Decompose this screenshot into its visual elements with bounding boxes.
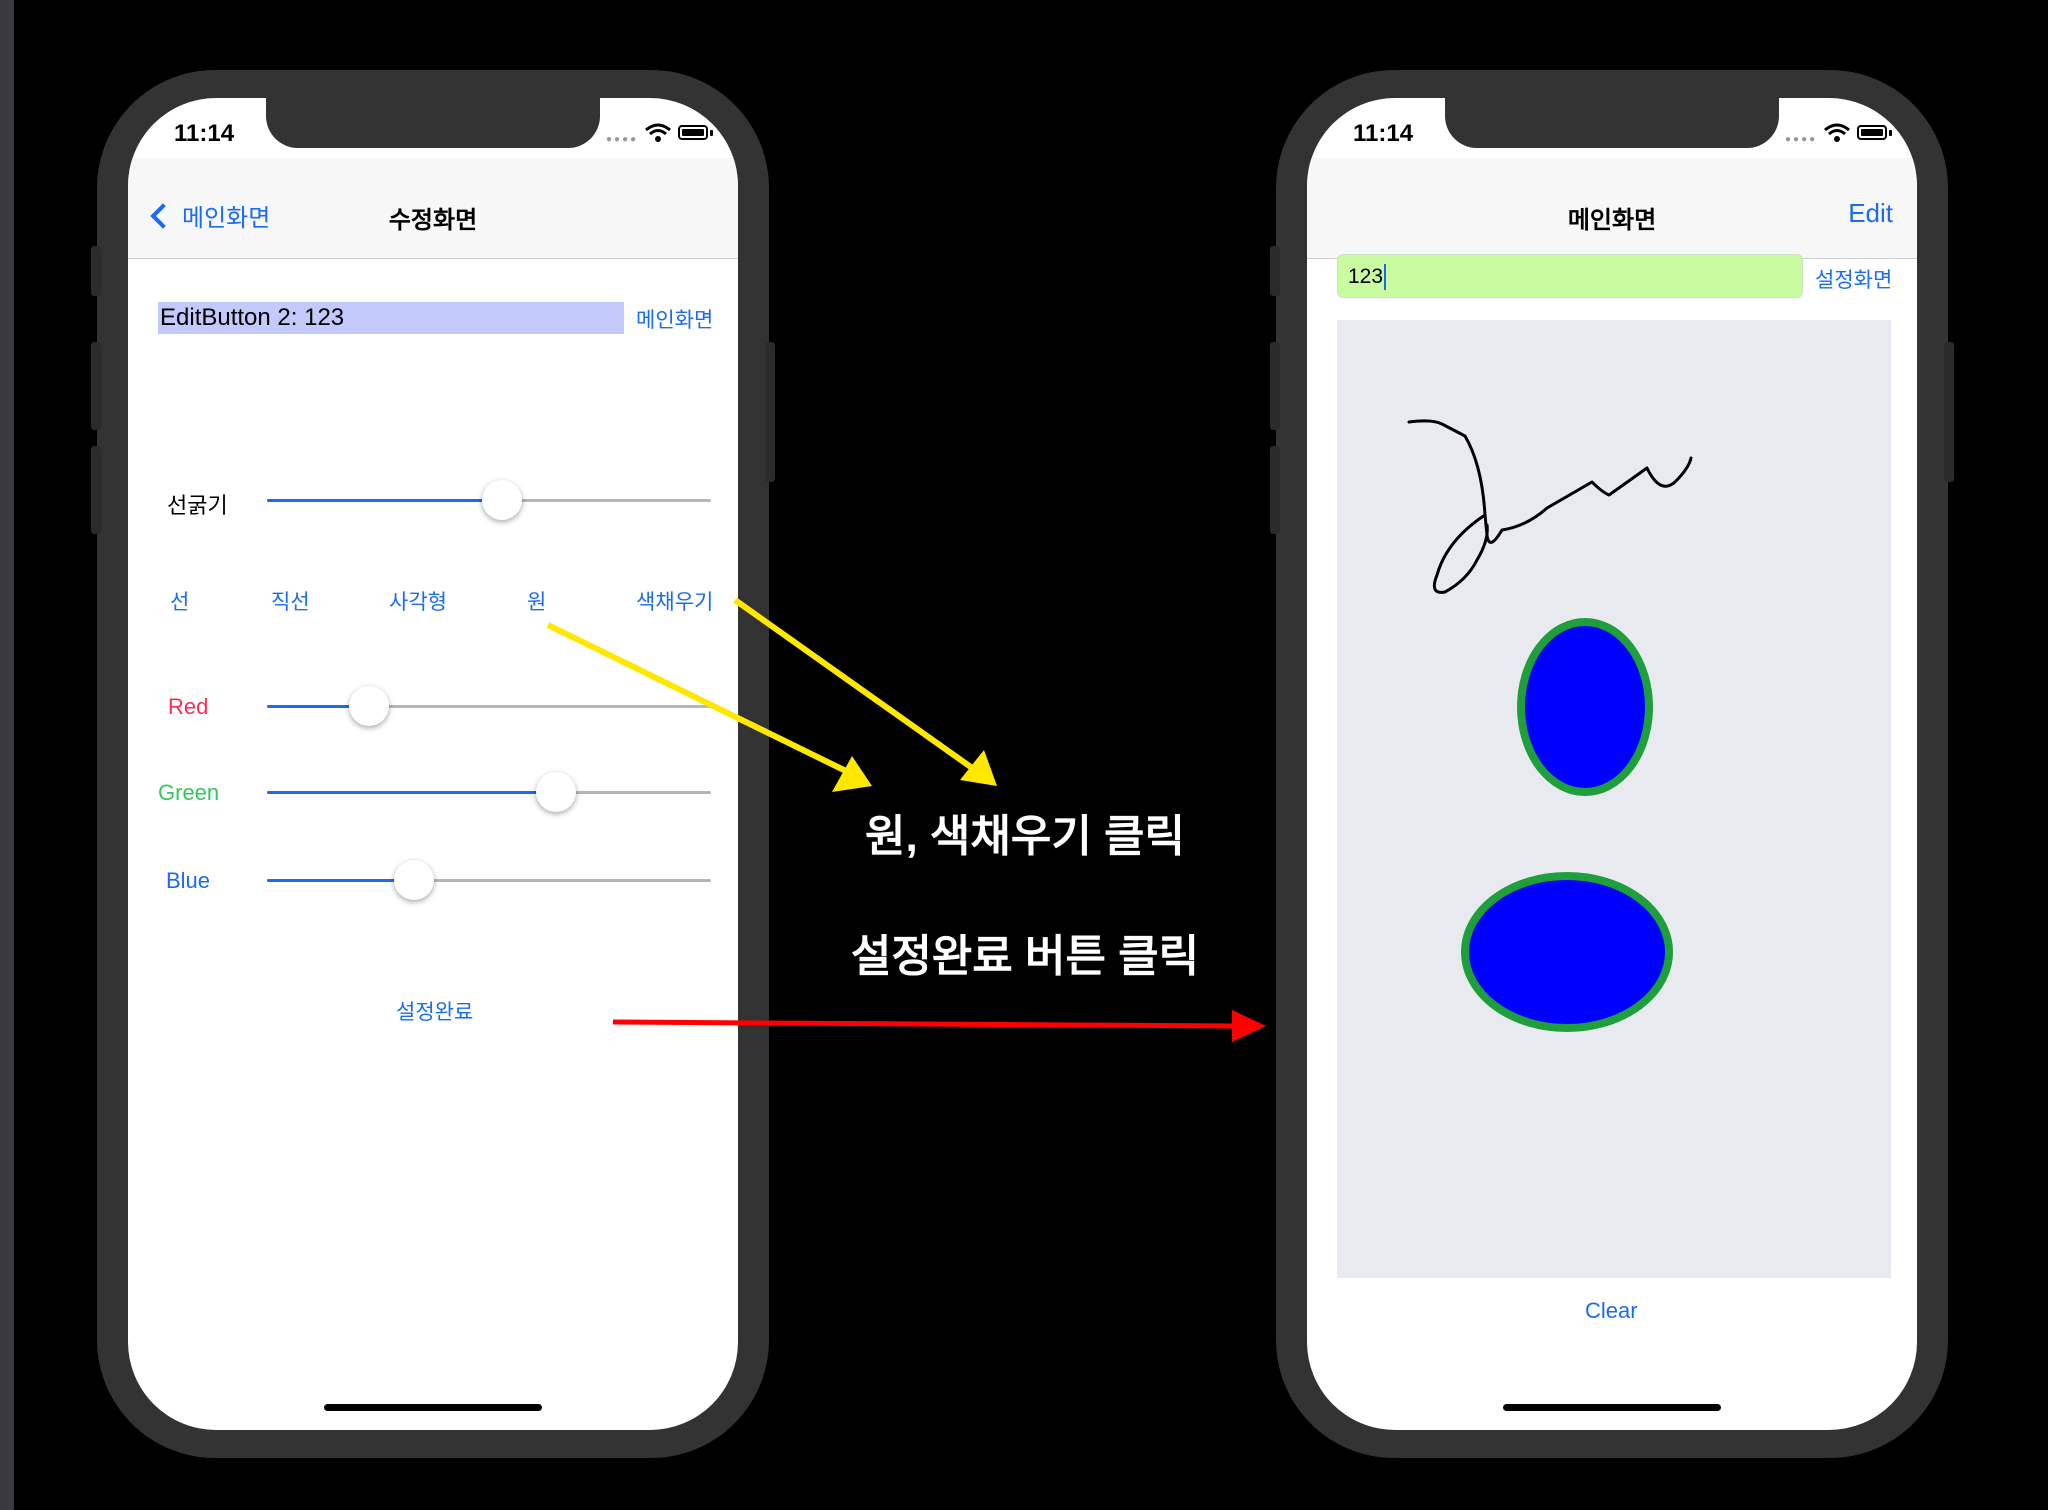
edit-screen: 11:14 ●●●● 메인화면 수정화면 EditButton 2: 123 메… <box>128 98 738 1430</box>
green-slider-thumb[interactable] <box>535 772 576 812</box>
fill-color-button[interactable]: 색채우기 <box>636 586 713 616</box>
filled-ellipse-shape <box>1461 872 1673 1032</box>
red-slider[interactable] <box>267 686 711 726</box>
shape-button-rectangle[interactable]: 사각형 <box>389 586 447 616</box>
main-screen-button[interactable]: 메인화면 <box>636 304 713 334</box>
red-label: Red <box>168 694 209 719</box>
mute-switch <box>1270 246 1280 296</box>
status-time: 11:14 <box>174 120 235 147</box>
notch <box>1445 98 1779 148</box>
main-text-field[interactable]: 123 <box>1337 254 1803 298</box>
notch <box>266 98 600 148</box>
home-indicator <box>1503 1404 1721 1411</box>
wifi-icon <box>645 123 671 142</box>
filled-circle-shape <box>1517 618 1653 796</box>
battery-icon <box>1857 125 1887 140</box>
shape-button-circle[interactable]: 원 <box>527 586 546 616</box>
blue-slider[interactable] <box>267 860 711 900</box>
status-time: 11:14 <box>1353 120 1414 147</box>
main-screen: 11:14 ●●●● 메인화면 Edit 123 설정화면 Clear <box>1307 98 1917 1430</box>
red-slider-thumb[interactable] <box>349 686 390 726</box>
navigation-bar: 메인화면 수정화면 <box>128 158 738 259</box>
clear-button[interactable]: Clear <box>1585 1298 1638 1324</box>
battery-icon <box>678 125 708 140</box>
drawing-layer <box>1407 419 1693 1032</box>
volume-down-button <box>91 446 101 534</box>
annotation-step-1: 원, 색채우기 클릭 <box>864 812 1186 861</box>
settings-screen-button[interactable]: 설정화면 <box>1815 264 1892 294</box>
line-width-slider-thumb[interactable] <box>482 480 523 520</box>
page-title: 메인화면 <box>1567 207 1657 234</box>
green-label: Green <box>158 780 220 805</box>
signal-icon: ●●●● <box>606 134 639 145</box>
main-text-field-value: 123 <box>1348 265 1384 288</box>
mute-switch <box>91 246 101 296</box>
power-button <box>765 342 775 482</box>
volume-up-button <box>1270 342 1280 430</box>
blue-label: Blue <box>166 868 211 893</box>
volume-up-button <box>91 342 101 430</box>
edit-button[interactable]: Edit <box>1848 198 1893 229</box>
annotation-step-2: 설정완료 버튼 클릭 <box>850 932 1200 981</box>
blue-slider-thumb[interactable] <box>393 860 434 900</box>
status-icons: ●●●● <box>1785 122 1895 145</box>
navigation-bar: 메인화면 Edit <box>1307 158 1917 259</box>
home-indicator <box>324 1404 542 1411</box>
power-button <box>1944 342 1954 482</box>
status-icons: ●●●● <box>606 122 716 145</box>
drawing-canvas[interactable] <box>1337 320 1891 1278</box>
shape-button-straight-line[interactable]: 직선 <box>271 586 310 616</box>
battery-cap <box>1889 130 1892 136</box>
shape-button-line[interactable]: 선 <box>170 586 189 616</box>
freehand-stroke <box>1407 419 1693 594</box>
line-width-slider[interactable] <box>267 480 711 520</box>
line-width-label: 선굵기 <box>167 493 228 518</box>
signal-icon: ●●●● <box>1785 134 1818 145</box>
window-edge <box>0 0 14 1510</box>
battery-cap <box>710 130 713 136</box>
wifi-icon <box>1824 123 1850 142</box>
green-slider[interactable] <box>267 772 711 812</box>
text-cursor <box>1384 264 1387 291</box>
volume-down-button <box>1270 446 1280 534</box>
page-title: 수정화면 <box>388 207 478 234</box>
phone-frame-main-screen: 11:14 ●●●● 메인화면 Edit 123 설정화면 Clear <box>1270 70 1954 1458</box>
phone-frame-edit-screen: 11:14 ●●●● 메인화면 수정화면 EditButton 2: 123 메… <box>91 70 775 1458</box>
edit-text-field[interactable]: EditButton 2: 123 <box>158 302 624 334</box>
done-button[interactable]: 설정완료 <box>396 996 473 1026</box>
